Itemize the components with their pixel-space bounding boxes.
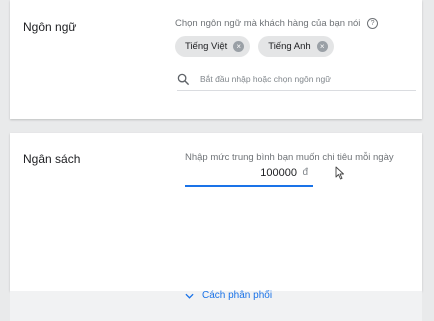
chip-label: Tiếng Anh [268,41,311,52]
budget-value: 100000 [260,167,297,179]
language-search-input[interactable]: Bắt đầu nhập hoặc chọn ngôn ngữ [177,68,416,91]
budget-label: Ngân sách [23,152,81,166]
language-chip-vietnamese: Tiếng Việt × [175,36,251,57]
chevron-down-icon [185,293,194,299]
language-chip-english: Tiếng Anh × [258,36,334,57]
chip-label: Tiếng Việt [185,41,228,52]
distribution-toggle-label: Cách phân phối [202,290,273,301]
remove-icon[interactable]: × [316,41,328,52]
search-placeholder: Bắt đầu nhập hoặc chọn ngôn ngữ [200,74,331,84]
budget-input[interactable]: 100000 đ [185,163,313,187]
remove-icon[interactable]: × [233,41,245,52]
language-hint: Chọn ngôn ngữ mà khách hàng của bạn nói … [175,18,379,29]
distribution-toggle[interactable]: Cách phân phối [185,290,272,301]
help-icon[interactable]: ? [367,18,379,29]
budget-hint: Nhập mức trung bình bạn muốn chi tiêu mỗ… [185,152,394,163]
currency-symbol: đ [302,167,308,178]
language-hint-text: Chọn ngôn ngữ mà khách hàng của bạn nói [175,18,361,29]
search-icon [177,73,190,85]
mouse-cursor-icon [335,166,344,180]
language-label: Ngôn ngữ [23,20,77,34]
language-chips: Tiếng Việt × Tiếng Anh × [175,36,334,57]
